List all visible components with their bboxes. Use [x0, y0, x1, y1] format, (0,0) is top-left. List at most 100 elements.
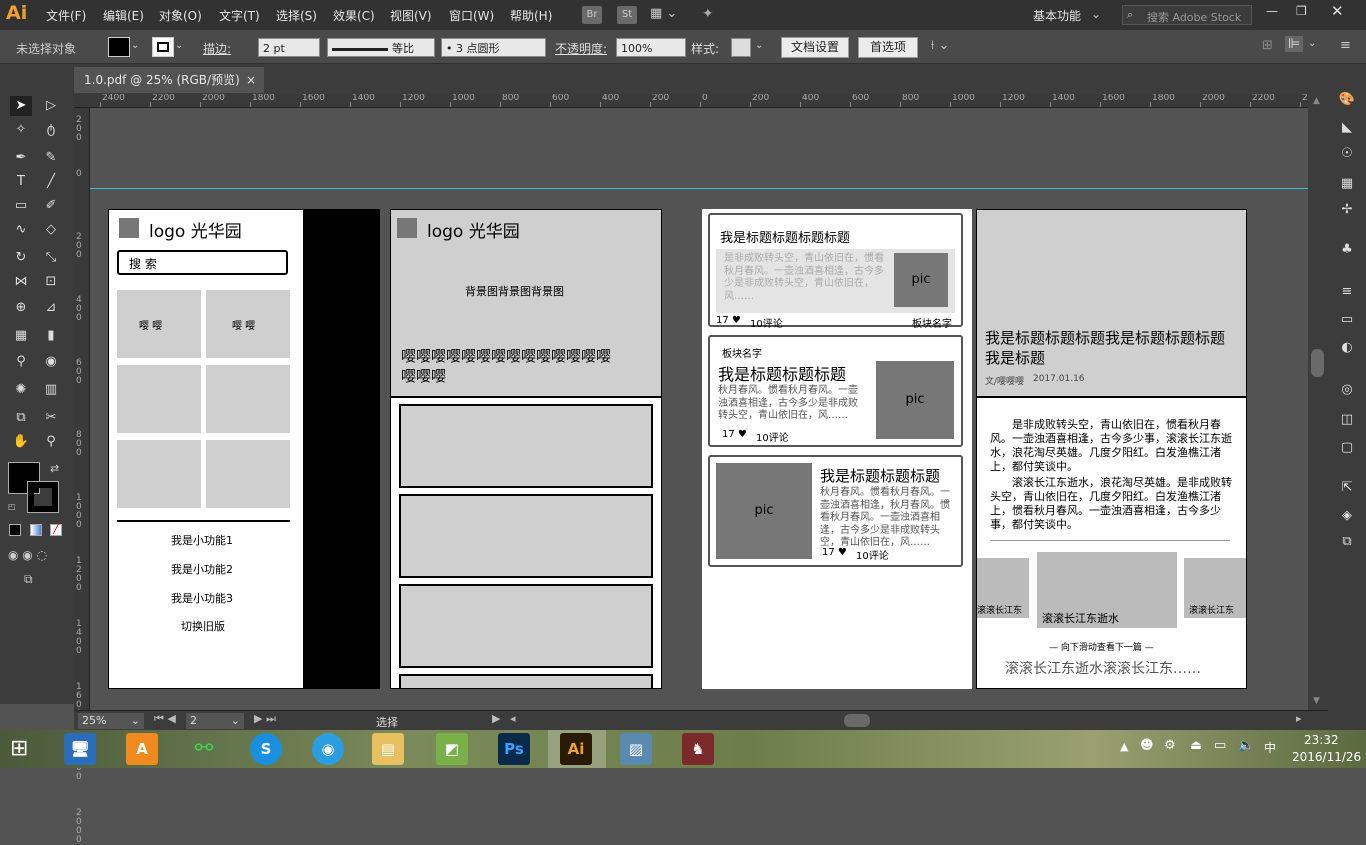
free-transform-tool-icon[interactable]: ⊡ [40, 272, 62, 292]
selection-tool-icon[interactable]: ➤ [10, 96, 32, 116]
eraser-tool-icon[interactable]: ◇ [40, 220, 62, 240]
grid-tile[interactable] [117, 440, 201, 508]
paintbrush-tool-icon[interactable]: ✐ [40, 196, 62, 216]
close-window-icon[interactable]: ✕ [1331, 2, 1344, 20]
file-explorer-icon[interactable]: ▤ [372, 733, 404, 765]
scroll-left-icon[interactable]: ◂ [510, 712, 516, 725]
browser-icon[interactable]: ◉ [312, 733, 344, 765]
swatches-icon[interactable]: ▦ [1337, 176, 1357, 194]
chevron-down-icon[interactable]: ⌄ [1308, 38, 1316, 49]
input-method-indicator[interactable]: 中 [1264, 739, 1276, 756]
qq-tray-icon[interactable]: ☻ [1140, 738, 1154, 753]
menu-help[interactable]: 帮助(H) [510, 7, 552, 24]
card-likes[interactable]: 17 ♥ [822, 547, 847, 558]
carousel-item[interactable]: 滚滚长江东逝水 [1037, 552, 1177, 628]
start-button-icon[interactable]: ⊞ [10, 737, 36, 761]
menu-view[interactable]: 视图(V) [390, 7, 432, 24]
game-app-icon[interactable]: ♞ [682, 733, 714, 765]
menu-object[interactable]: 对象(O) [159, 7, 202, 24]
illustrator-icon[interactable]: Ai [560, 733, 592, 765]
transparency-icon[interactable]: ◐ [1337, 340, 1357, 358]
clock-date[interactable]: 2016/11/26 [1292, 750, 1361, 764]
menu-select[interactable]: 选择(S) [276, 7, 317, 24]
grid-tile[interactable] [206, 365, 290, 433]
close-tab-icon[interactable]: × [246, 67, 256, 93]
chevron-down-icon[interactable]: ⌄ [755, 40, 763, 51]
graphic-styles-icon[interactable]: ◫ [1337, 412, 1357, 430]
panel-options-icon[interactable]: ≡ [1340, 38, 1351, 53]
cc-libraries-icon[interactable]: ☉ [1337, 146, 1357, 164]
preferences-button[interactable]: 首选项 [858, 37, 918, 58]
stock-icon[interactable]: St [617, 6, 637, 24]
status-menu-icon[interactable]: ▶ [492, 712, 500, 725]
grid-tile[interactable]: 嘤 嘤 [206, 290, 290, 358]
panel-menu-icon[interactable]: ⊫ [1285, 36, 1304, 52]
content-block[interactable] [399, 494, 653, 578]
scroll-right-icon[interactable]: ▸ [1296, 712, 1302, 725]
rectangle-tool-icon[interactable]: ▭ [10, 196, 32, 216]
scroll-up-icon[interactable]: ▲ [1313, 96, 1320, 106]
photo-viewer-icon[interactable]: ◩ [436, 733, 468, 765]
photoshop-icon[interactable]: Ps [498, 733, 530, 765]
grid-tile[interactable] [206, 440, 290, 508]
perspective-grid-tool-icon[interactable]: ⊿ [40, 298, 62, 318]
default-colors-icon[interactable]: ◰ [8, 502, 16, 511]
volume-icon[interactable]: 🔈 [1238, 738, 1254, 753]
card[interactable]: 我是标题标题标题标题 是非成败转头空，青山依旧在，惯看秋月春风。一壶浊酒喜相逢，… [708, 213, 963, 330]
card-likes[interactable]: 17 ♥ [716, 315, 741, 326]
switch-old-version[interactable]: 切换旧版 [181, 618, 225, 634]
zoom-tool-icon[interactable]: ⚲ [40, 432, 62, 452]
graphic-style-swatch[interactable] [731, 38, 751, 57]
appearance-icon[interactable]: ◎ [1337, 382, 1357, 400]
grid-tile[interactable]: 嘤 嘤 [117, 290, 201, 358]
card-comments[interactable]: 10评论 [750, 315, 783, 330]
stroke-weight-field[interactable]: 2 pt [258, 38, 320, 57]
brush-definition[interactable]: • 3 点圆形 [441, 38, 546, 57]
color-mode-icon[interactable] [9, 524, 21, 536]
chevron-down-icon[interactable]: ⌄ [131, 40, 139, 51]
bridge-icon[interactable]: Br [582, 6, 602, 24]
image-app-icon[interactable]: ▨ [620, 733, 652, 765]
direct-selection-tool-icon[interactable]: ▷ [40, 96, 62, 116]
gradient-panel-icon[interactable]: ▭ [1337, 312, 1357, 330]
color-panel-icon[interactable]: 🎨 [1337, 92, 1357, 110]
canvas[interactable]: logo 光华园 搜 索 嘤 嘤 嘤 嘤 我是小功能1 我是小功能2 我是小功能… [90, 108, 1308, 710]
function-item-2[interactable]: 我是小功能2 [171, 561, 233, 577]
export-icon[interactable]: ⇱ [1337, 480, 1357, 498]
network-app-icon[interactable]: ⚯ [188, 733, 220, 765]
card[interactable]: 板块名字 我是标题标题标题 秋月春风。惯看秋月春风。一壶浊酒喜相逢，古今多少是非… [708, 335, 963, 447]
stock-search-field[interactable]: ⌕ 搜索 Adobe Stock [1122, 5, 1252, 25]
artboard-article[interactable]: 我是标题标题标题我是标题标题标题我是标题 文/嘤嘤嘤 2017.01.16 是非… [976, 209, 1247, 689]
eyedropper-tool-icon[interactable]: ⚲ [10, 352, 32, 372]
brushes-icon[interactable]: ✢ [1337, 202, 1357, 220]
layers-icon[interactable]: ◈ [1337, 508, 1357, 526]
menu-type[interactable]: 文字(T) [219, 7, 260, 24]
document-tab[interactable]: 1.0.pdf @ 25% (RGB/预览) × [74, 67, 264, 93]
grid-tile[interactable] [117, 365, 201, 433]
align-options-icon[interactable]: ⟊ ⌄ [931, 38, 949, 53]
search-box[interactable]: 搜 索 [117, 250, 288, 275]
menu-edit[interactable]: 编辑(E) [103, 7, 144, 24]
artboards-panel-icon[interactable]: ⧉ [1337, 534, 1357, 552]
symbols-icon[interactable]: ♣ [1337, 242, 1357, 260]
mesh-tool-icon[interactable]: ▦ [10, 326, 32, 346]
draw-normal-icon[interactable]: ◉ ◉ ◌ [8, 548, 47, 562]
scroll-down-icon[interactable]: ▼ [1313, 696, 1320, 706]
function-item-1[interactable]: 我是小功能1 [171, 532, 233, 548]
card-comments[interactable]: 10评论 [856, 547, 889, 562]
shaper-tool-icon[interactable]: ∿ [10, 220, 32, 240]
function-item-3[interactable]: 我是小功能3 [171, 590, 233, 606]
lasso-tool-icon[interactable]: ტ [40, 120, 62, 140]
width-tool-icon[interactable]: ⋈ [10, 272, 32, 292]
card-likes[interactable]: 17 ♥ [722, 429, 747, 440]
menu-effect[interactable]: 效果(C) [333, 7, 375, 24]
usb-icon[interactable]: ⏏ [1190, 738, 1202, 753]
hscroll-thumb[interactable] [844, 714, 870, 727]
hand-tool-icon[interactable]: ✋ [10, 432, 32, 452]
stroke-swatch[interactable] [152, 37, 174, 57]
next-page-icon[interactable]: ▶ ⏭ [254, 712, 276, 726]
shape-builder-tool-icon[interactable]: ⊕ [10, 298, 32, 318]
minimize-icon[interactable]: — [1266, 4, 1278, 18]
sogou-icon[interactable]: S [250, 733, 282, 765]
artboard-tool-icon[interactable]: ⧉ [10, 408, 32, 428]
